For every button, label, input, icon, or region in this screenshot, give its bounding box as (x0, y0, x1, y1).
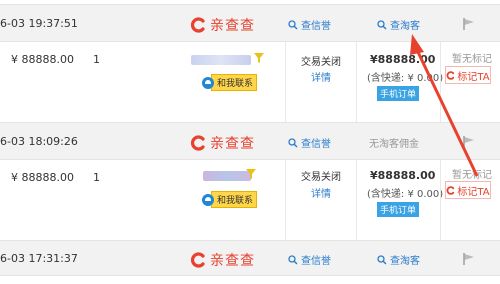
annotation-arrow (410, 34, 479, 177)
chat-icon (202, 193, 214, 206)
chat-icon (202, 76, 214, 89)
